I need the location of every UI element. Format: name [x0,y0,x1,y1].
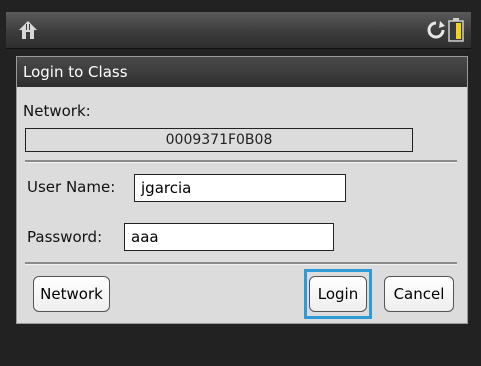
login-button[interactable]: Login [309,276,367,312]
login-dialog: Login to Class Network: 0009371F0B08 Use… [16,56,468,324]
network-id-field: 0009371F0B08 [25,128,413,152]
divider [25,160,457,163]
sync-icon [426,20,446,40]
password-label: Password: [27,228,103,246]
status-bar [6,12,471,49]
network-label: Network: [23,102,91,120]
screen-frame: Login to Class Network: 0009371F0B08 Use… [0,0,481,366]
username-field[interactable]: jgarcia [134,174,346,202]
username-label: User Name: [27,178,116,196]
network-button[interactable]: Network [33,276,110,312]
divider [25,262,457,265]
dialog-title: Login to Class [17,57,467,87]
password-field[interactable]: aaa [124,223,334,251]
cancel-button[interactable]: Cancel [384,276,454,312]
battery-icon [447,18,465,42]
home-icon[interactable] [18,20,38,40]
